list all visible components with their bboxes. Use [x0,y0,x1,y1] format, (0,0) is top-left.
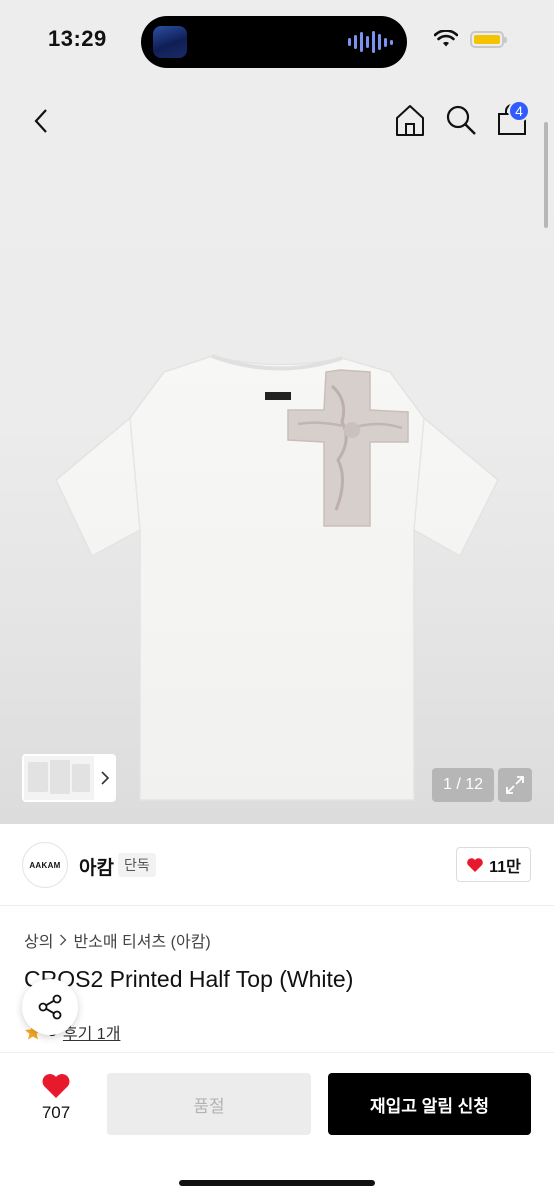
expand-button[interactable] [498,768,532,802]
now-playing-artwork [153,26,187,58]
product-title: CROS2 Printed Half Top (White) [24,966,354,992]
heart-icon [42,1074,70,1098]
home-button[interactable] [392,102,428,138]
home-icon [396,105,424,136]
expand-icon [506,776,524,794]
wishlist-count: 707 [41,1103,71,1122]
dynamic-island[interactable] [141,16,407,68]
status-time: 13:29 [48,26,107,51]
home-indicator[interactable] [179,1180,375,1186]
page-counter: 1 / 12 [432,768,494,802]
thumbnail-strip[interactable] [22,754,116,802]
exclusive-badge: 단독 [118,853,156,877]
search-icon [446,105,476,135]
wishlist-button[interactable]: 707 [28,1073,84,1123]
back-button[interactable] [24,104,58,138]
product-image-gallery[interactable]: 1 / 12 [0,88,554,824]
chevron-left-icon [34,109,47,133]
wifi-icon [434,30,458,47]
audio-wave-icon [348,30,393,54]
chevron-right-icon [60,934,67,946]
brand-like-button[interactable]: 11만 [456,847,531,882]
chevron-right-icon[interactable] [94,771,116,785]
brand-row: AAKAM 아캄 단독 11만 [0,824,554,906]
breadcrumb-category[interactable]: 상의 [24,928,53,952]
cart-count-badge: 4 [508,100,530,122]
search-button[interactable] [443,102,479,138]
product-image [55,354,499,801]
soldout-button: 품절 [107,1073,311,1135]
brand-logo[interactable]: AAKAM [22,842,68,888]
bottom-action-bar: 707 품절 재입고 알림 신청 [0,1053,554,1200]
restock-alert-button[interactable]: 재입고 알림 신청 [328,1073,531,1135]
share-icon [38,994,62,1020]
heart-icon [467,857,483,872]
share-button[interactable] [22,979,78,1035]
status-icons [434,30,507,48]
battery-icon [470,30,507,48]
status-bar: 13:29 [0,0,554,88]
brand-like-count: 11만 [489,858,521,876]
thumbnail-image[interactable] [24,756,94,800]
breadcrumb-subcategory[interactable]: 반소매 티셔츠 (아캄) [73,928,210,952]
scrollbar[interactable] [544,122,548,228]
breadcrumb: 상의 반소매 티셔츠 (아캄) [24,928,211,952]
brand-name[interactable]: 아캄 [79,853,114,880]
